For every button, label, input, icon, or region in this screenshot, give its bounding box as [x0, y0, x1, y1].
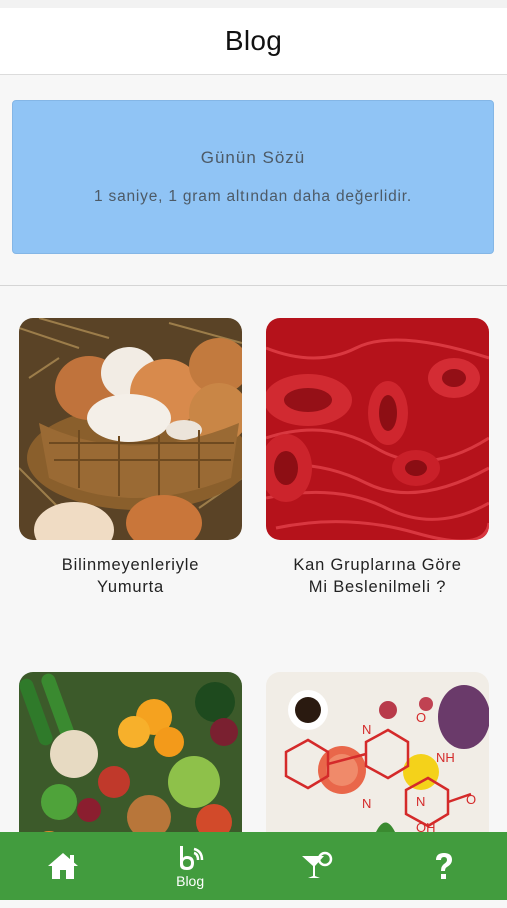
divider — [0, 285, 507, 286]
question-icon — [433, 851, 455, 881]
article-title: Bilinmeyenleriyle Yumurta — [61, 556, 200, 596]
svg-text:N: N — [362, 722, 371, 737]
svg-text:NH: NH — [436, 750, 455, 765]
tab-help[interactable] — [380, 832, 507, 900]
tab-label: Blog — [176, 873, 205, 889]
svg-text:N: N — [362, 796, 371, 811]
quote-title: Günün Sözü — [200, 148, 306, 167]
article-card-eggs[interactable]: Bilinmeyenleriyle Yumurta — [19, 318, 242, 598]
article-card-blood-groups[interactable]: Kan Gruplarına Göre Mi Beslenilmeli ? — [266, 318, 489, 598]
cocktail-icon — [300, 851, 334, 881]
nav-header: Blog — [0, 8, 507, 75]
bottom-tab-bar: Blog — [0, 832, 507, 900]
status-bar — [0, 0, 507, 8]
quote-of-the-day-card: Günün Sözü 1 saniye, 1 gram altından dah… — [12, 100, 494, 254]
article-title: Kan Gruplarına Göre Mi Beslenilmeli ? — [293, 556, 462, 596]
svg-text:O: O — [466, 792, 476, 807]
tab-blog[interactable]: Blog — [127, 832, 254, 900]
page-title: Blog — [224, 25, 283, 56]
tab-home[interactable] — [0, 832, 127, 900]
red-blood-cells-photo — [266, 318, 489, 540]
tab-cocktail[interactable] — [254, 832, 381, 900]
eggs-in-basket-photo — [19, 318, 242, 540]
svg-text:O: O — [416, 710, 426, 725]
svg-text:N: N — [416, 794, 425, 809]
quote-text: 1 saniye, 1 gram altından daha değerlidi… — [94, 188, 412, 205]
blog-icon — [175, 843, 205, 871]
home-icon — [46, 851, 80, 881]
